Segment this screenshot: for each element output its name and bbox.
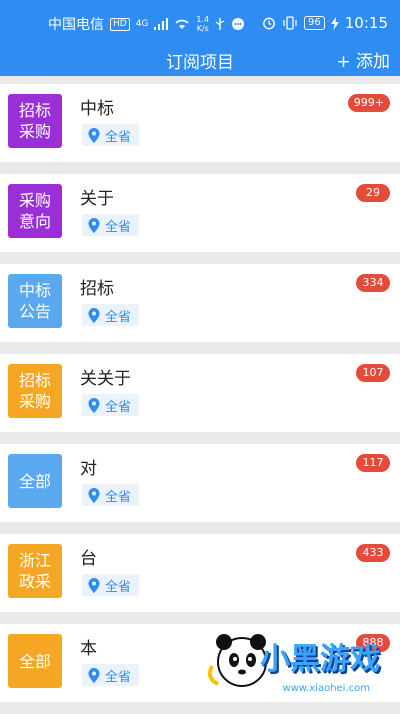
location-pin-icon — [88, 577, 100, 593]
subscription-type-badge: 中标 公告 — [8, 274, 62, 328]
location-pin-icon — [88, 307, 100, 323]
subscription-list: 招标采购 中标 全省 999+ 采购意向 关于 全省 29 中标公告 招标 — [0, 84, 400, 714]
subscription-keyword: 关于 — [80, 189, 114, 209]
subscription-card[interactable]: 招标 采购 中标 全省 999+ — [0, 84, 400, 162]
subscription-keyword: 关关于 — [80, 369, 131, 389]
watermark-text: 小黑游戏 — [260, 642, 380, 677]
charging-icon — [330, 16, 339, 30]
subscription-card[interactable]: 浙江 政采 台 全省 433 — [0, 534, 400, 612]
signal-icon — [154, 18, 169, 30]
subscription-card[interactable]: 中标 公告 招标 全省 334 — [0, 264, 400, 342]
subscription-keyword: 台 — [80, 549, 97, 569]
nav-bar: 订阅项目 + 添加 — [0, 44, 400, 76]
status-bar: 中国电信 HD 4G 1.4 K/s 96 10:15 — [0, 0, 400, 44]
subscription-keyword: 本 — [80, 639, 97, 659]
region-label: 全省 — [105, 399, 132, 415]
subscription-keyword: 对 — [80, 459, 97, 479]
subscription-card[interactable]: 全部 对 全省 117 — [0, 444, 400, 522]
subscription-card[interactable]: 招标 采购 关关于 全省 107 — [0, 354, 400, 432]
subscription-type-badge: 全部 — [8, 634, 62, 688]
subscription-type-badge: 招标 采购 — [8, 364, 62, 418]
subscription-keyword: 中标 — [80, 99, 114, 119]
result-count-badge: 107 — [356, 364, 390, 382]
clock: 10:15 — [344, 14, 388, 32]
battery-level: 96 — [304, 16, 325, 30]
subscription-type-label: 全部 — [18, 651, 51, 671]
region-tag: 全省 — [82, 394, 140, 416]
subscription-type-badge: 招标 采购 — [8, 94, 62, 148]
location-pin-icon — [88, 667, 100, 683]
carrier-label: 中国电信 — [48, 17, 104, 33]
status-right: 96 10:15 — [262, 14, 388, 32]
result-count-badge: 433 — [356, 544, 390, 562]
region-label: 全省 — [105, 489, 132, 505]
subscription-type-label: 招标 采购 — [18, 371, 51, 411]
subscription-keyword: 招标 — [80, 279, 114, 299]
subscription-type-badge: 浙江 政采 — [8, 544, 62, 598]
alarm-icon — [263, 17, 275, 30]
region-label: 全省 — [105, 219, 132, 235]
location-pin-icon — [88, 397, 100, 413]
region-tag: 全省 — [82, 484, 140, 506]
region-label: 全省 — [105, 309, 132, 325]
result-count-badge: 999+ — [347, 94, 390, 112]
subscription-type-label: 招标 采购 — [18, 101, 51, 141]
location-pin-icon — [88, 487, 100, 503]
region-tag: 全省 — [82, 574, 140, 596]
network-speed: 1.4 K/s — [196, 15, 209, 33]
watermark: 小黑游戏 www.xiaohei.com — [204, 626, 394, 696]
region-tag: 全省 — [82, 214, 140, 236]
subscription-type-label: 浙江 政采 — [18, 551, 51, 591]
usb-icon — [215, 18, 225, 30]
region-tag: 全省 — [82, 304, 140, 326]
add-label: + 添加 — [336, 52, 390, 72]
subscription-type-label: 采购 意向 — [18, 191, 51, 231]
region-label: 全省 — [105, 579, 132, 595]
speed-unit: K/s — [196, 24, 209, 33]
hd-badge: HD — [110, 17, 130, 31]
region-label: 全省 — [105, 669, 132, 685]
subscription-type-badge: 采购 意向 — [8, 184, 62, 238]
region-tag: 全省 — [82, 124, 140, 146]
network-type: 4G — [135, 18, 149, 29]
wifi-icon — [175, 19, 189, 29]
result-count-badge: 334 — [356, 274, 390, 292]
status-left: 中国电信 HD 4G 1.4 K/s — [48, 14, 245, 34]
result-count-badge: 117 — [356, 454, 390, 472]
region-label: 全省 — [105, 129, 132, 145]
add-subscription-button[interactable]: + 添加 — [336, 47, 390, 72]
subscription-type-label: 中标 公告 — [18, 281, 51, 321]
subscription-type-badge: 全部 — [8, 454, 62, 508]
location-pin-icon — [88, 217, 100, 233]
region-tag: 全省 — [82, 664, 140, 686]
subscription-type-label: 全部 — [18, 471, 51, 491]
vibrate-icon — [283, 16, 297, 30]
result-count-badge: 29 — [356, 184, 390, 202]
speed-value: 1.4 — [196, 15, 210, 24]
location-pin-icon — [88, 127, 100, 143]
watermark-url: www.xiaohei.com — [282, 683, 370, 694]
subscription-card[interactable]: 采购 意向 关于 全省 29 — [0, 174, 400, 252]
message-icon — [232, 18, 245, 30]
